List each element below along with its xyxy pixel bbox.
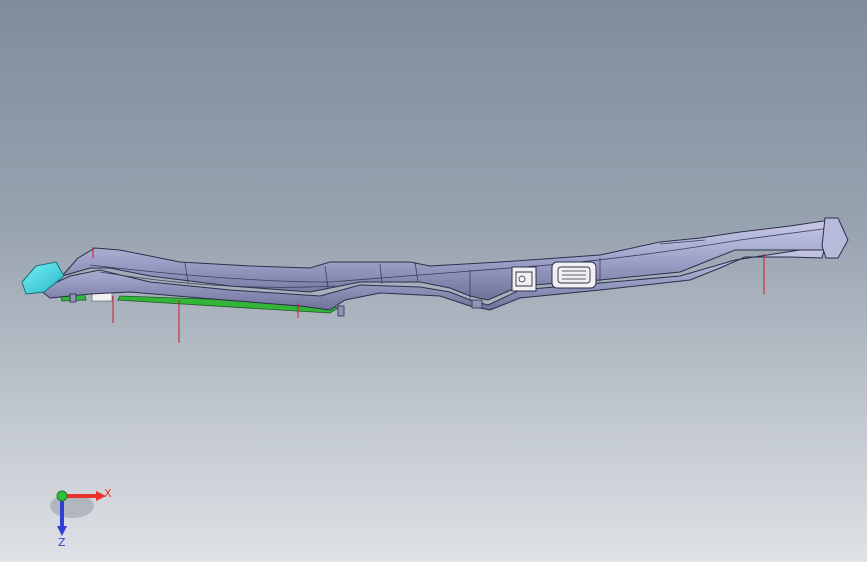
- graphics-viewport[interactable]: [0, 0, 867, 562]
- coordinate-triad: X Z: [50, 487, 112, 549]
- switch-pocket-small[interactable]: [511, 266, 537, 292]
- z-axis-label: Z: [58, 536, 66, 549]
- right-end-piece[interactable]: [821, 217, 849, 259]
- y-axis-dot: [56, 490, 68, 502]
- z-axis-arrowhead: [57, 526, 67, 536]
- switch-pocket-large[interactable]: [551, 261, 597, 289]
- cad-model[interactable]: [21, 217, 849, 317]
- x-axis-label: X: [104, 487, 112, 500]
